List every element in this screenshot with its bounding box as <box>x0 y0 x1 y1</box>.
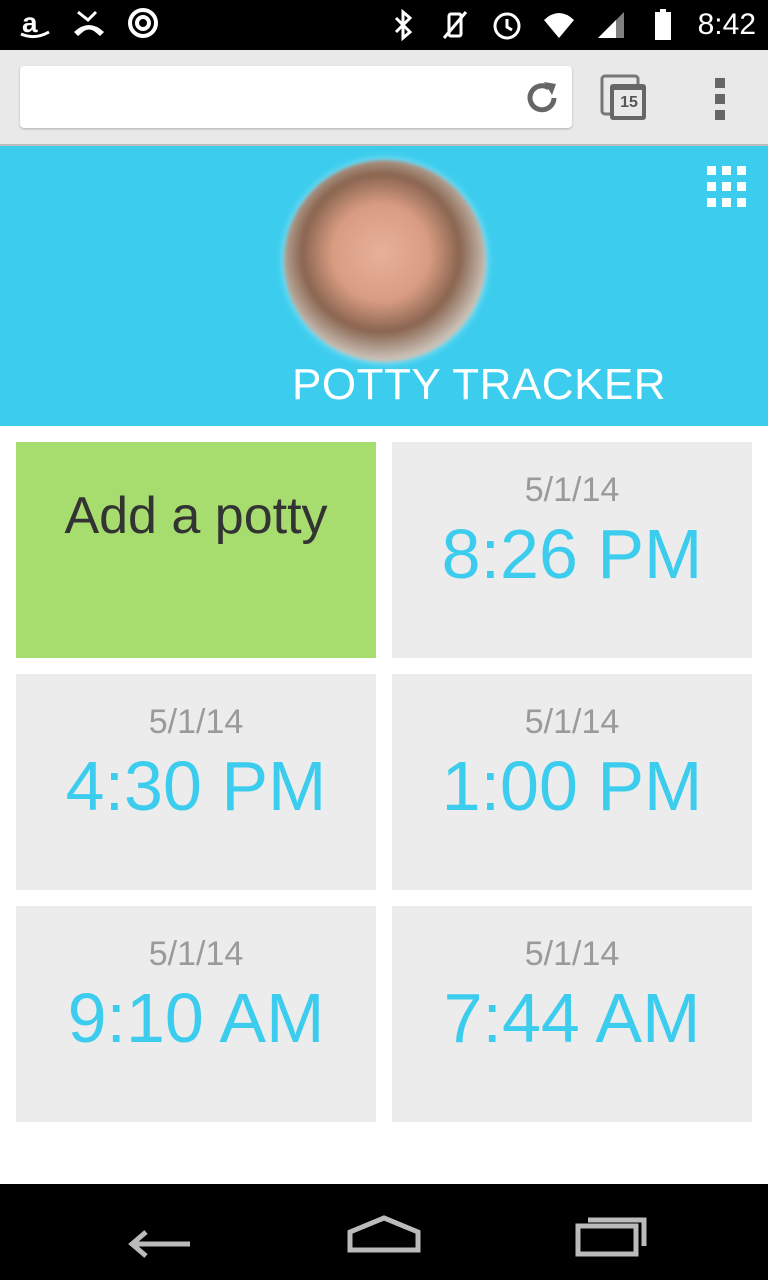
entry-time: 9:10 AM <box>67 979 325 1057</box>
status-bar: a 8:42 <box>0 0 768 50</box>
app-header: POTTY TRACKER <box>0 146 768 426</box>
entry-time: 7:44 AM <box>443 979 701 1057</box>
tab-count: 15 <box>620 94 638 111</box>
tabs-button[interactable]: 15 <box>600 74 648 122</box>
apps-grid-icon[interactable] <box>707 166 749 208</box>
entry-time: 8:26 PM <box>441 515 703 593</box>
entry-date: 5/1/14 <box>524 935 620 973</box>
reload-icon[interactable] <box>522 78 562 118</box>
potty-entry-tile[interactable]: 5/1/14 4:30 PM <box>16 674 376 890</box>
alarm-icon <box>490 8 524 42</box>
entry-date: 5/1/14 <box>148 703 244 741</box>
potty-log-grid: Add a potty 5/1/14 8:26 PM 5/1/14 4:30 P… <box>16 442 752 1122</box>
system-nav-bar <box>0 1184 768 1280</box>
entry-time: 1:00 PM <box>441 747 703 825</box>
sync-icon <box>126 6 160 40</box>
recent-apps-icon[interactable] <box>572 1210 652 1258</box>
missed-call-icon <box>72 6 106 40</box>
url-input[interactable] <box>20 66 572 128</box>
battery-icon <box>646 8 680 42</box>
vibrate-off-icon <box>438 8 472 42</box>
overflow-menu-icon[interactable] <box>706 74 734 122</box>
potty-entry-tile[interactable]: 5/1/14 9:10 AM <box>16 906 376 1122</box>
browser-toolbar: 15 <box>0 50 768 146</box>
potty-entry-tile[interactable]: 5/1/14 8:26 PM <box>392 442 752 658</box>
status-time: 8:42 <box>697 8 756 41</box>
add-potty-label: Add a potty <box>64 487 328 545</box>
entry-date: 5/1/14 <box>148 935 244 973</box>
back-icon[interactable] <box>124 1210 204 1258</box>
wifi-icon <box>542 8 576 42</box>
add-potty-button[interactable]: Add a potty <box>16 442 376 658</box>
signal-icon <box>594 8 628 42</box>
entry-date: 5/1/14 <box>524 471 620 509</box>
bluetooth-icon <box>386 8 420 42</box>
profile-avatar <box>284 160 486 362</box>
entry-date: 5/1/14 <box>524 703 620 741</box>
entry-time: 4:30 PM <box>65 747 327 825</box>
svg-text:a: a <box>22 7 38 38</box>
potty-entry-tile[interactable]: 5/1/14 7:44 AM <box>392 906 752 1122</box>
potty-entry-tile[interactable]: 5/1/14 1:00 PM <box>392 674 752 890</box>
page-title: POTTY TRACKER <box>292 360 667 409</box>
amazon-icon: a <box>18 6 52 40</box>
home-icon[interactable] <box>344 1210 424 1258</box>
